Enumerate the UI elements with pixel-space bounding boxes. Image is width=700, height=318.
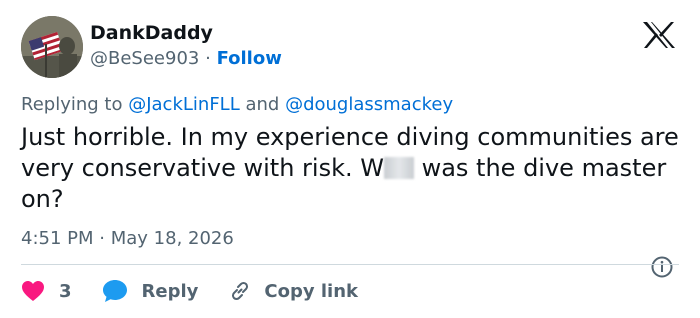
reply-context: Replying to @JackLinFLL and @douglassmac… <box>21 94 453 115</box>
reply-context-conjunction: and <box>245 94 280 115</box>
like-button[interactable]: 3 <box>21 280 72 302</box>
action-bar: 3 Reply Copy link <box>21 277 358 305</box>
tweet-date: May 18, 2026 <box>110 228 234 249</box>
handle-separator: · <box>205 48 211 69</box>
tweet-time: 4:51 PM <box>21 228 94 249</box>
timestamp[interactable]: 4:51 PM · May 18, 2026 <box>21 228 234 249</box>
heart-icon <box>22 281 44 301</box>
avatar-image <box>21 16 83 78</box>
timestamp-separator: · <box>99 228 105 249</box>
reply-context-prefix: Replying to <box>21 94 123 115</box>
display-name[interactable]: DankDaddy <box>90 22 213 44</box>
reply-label: Reply <box>141 280 199 302</box>
speech-bubble-icon <box>102 280 127 302</box>
mention-link-1[interactable]: @JackLinFLL <box>128 94 240 115</box>
tweet-card: DankDaddy @BeSee903 · Follow Replying to… <box>0 0 700 318</box>
avatar[interactable] <box>21 16 83 78</box>
redaction-blur <box>383 157 414 179</box>
handle-row: @BeSee903 · Follow <box>90 48 282 69</box>
follow-button[interactable]: Follow <box>217 48 282 69</box>
tweet-text: Just horrible. In my experience diving c… <box>21 122 685 215</box>
reply-button[interactable]: Reply <box>102 279 199 303</box>
copy-link-label: Copy link <box>264 280 358 302</box>
copy-link-button[interactable]: Copy link <box>228 279 358 303</box>
info-icon[interactable] <box>651 256 673 278</box>
x-logo-icon[interactable] <box>641 20 677 50</box>
user-handle[interactable]: @BeSee903 <box>90 48 199 69</box>
link-icon <box>232 281 249 301</box>
like-count: 3 <box>59 280 72 302</box>
mention-link-2[interactable]: @douglassmackey <box>285 94 453 115</box>
divider <box>21 264 679 265</box>
